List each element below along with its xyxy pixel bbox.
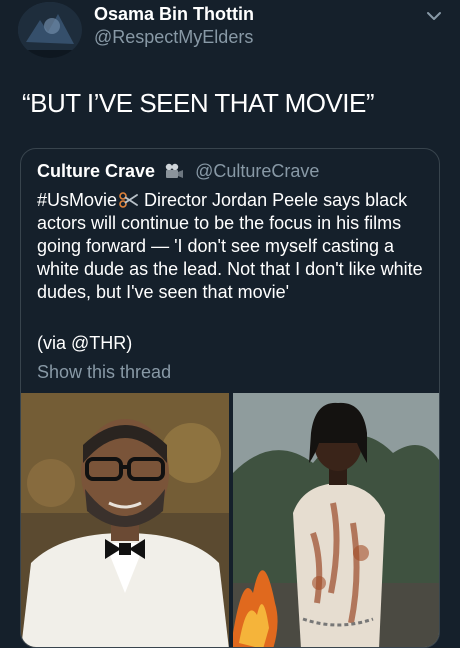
tweet-text: “BUT I’VE SEEN THAT MOVIE” bbox=[22, 88, 375, 118]
photo-man-in-tuxedo bbox=[21, 393, 229, 647]
tweet-header: Osama Bin Thottin @RespectMyElders bbox=[0, 0, 460, 70]
movie-camera-icon bbox=[165, 163, 184, 178]
quoted-tweet-body: #UsMovie Director Jordan Peele says blac… bbox=[37, 189, 429, 304]
show-thread-link[interactable]: Show this thread bbox=[37, 362, 171, 383]
quoted-image-right[interactable] bbox=[233, 393, 439, 647]
quoted-tweet-header: Culture Crave @CultureCrave bbox=[37, 161, 319, 182]
scissors-icon bbox=[119, 192, 138, 208]
via-credit: (via @THR) bbox=[37, 333, 133, 353]
quoted-author-name: Culture Crave bbox=[37, 161, 156, 181]
author-handle[interactable]: @RespectMyElders bbox=[94, 27, 253, 48]
avatar[interactable] bbox=[18, 2, 82, 58]
quoted-author-handle: @CultureCrave bbox=[195, 161, 320, 181]
hashtag-link[interactable]: #UsMovie bbox=[37, 190, 117, 210]
quoted-tweet[interactable]: Culture Crave @CultureCrave #UsMovie Dir… bbox=[20, 148, 440, 648]
quoted-image-left[interactable] bbox=[21, 393, 229, 647]
photo-woman-in-bloody-dress bbox=[233, 393, 439, 647]
avatar-image bbox=[18, 2, 82, 58]
author-display-name[interactable]: Osama Bin Thottin bbox=[94, 4, 254, 25]
chevron-down-icon[interactable] bbox=[424, 8, 444, 24]
